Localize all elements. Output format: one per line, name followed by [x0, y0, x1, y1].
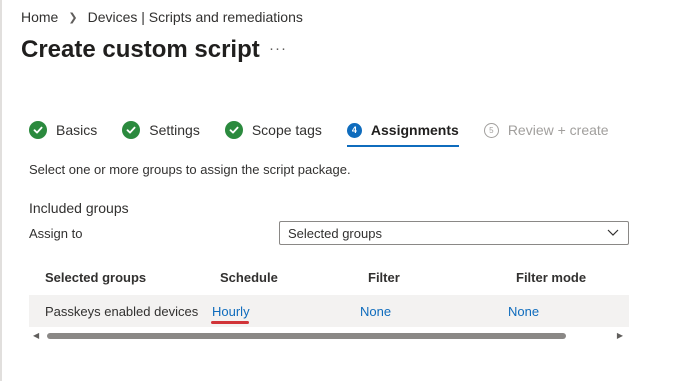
step-review-create[interactable]: 5 Review + create [483, 119, 609, 141]
step-assignments[interactable]: 4 Assignments [346, 119, 459, 147]
step-settings[interactable]: Settings [122, 119, 200, 141]
instruction-text: Select one or more groups to assign the … [29, 162, 351, 177]
step-basics[interactable]: Basics [29, 119, 97, 141]
column-header-selected-groups[interactable]: Selected groups [45, 270, 146, 285]
step-scope-tags[interactable]: Scope tags [224, 119, 322, 141]
scroll-right-arrow-icon[interactable]: ▶ [617, 331, 623, 340]
assign-to-dropdown[interactable]: Selected groups [279, 221, 629, 245]
page-left-border [0, 0, 2, 381]
scrollbar-track[interactable] [45, 333, 613, 339]
more-options-icon[interactable]: ··· [269, 40, 287, 57]
highlight-underline [211, 321, 249, 324]
group-name: Passkeys enabled devices [45, 304, 199, 319]
step-label: Basics [56, 122, 98, 138]
included-groups-heading: Included groups [29, 200, 129, 216]
breadcrumb-scripts-remediations[interactable]: Devices | Scripts and remediations [88, 9, 303, 25]
checkmark-icon [224, 121, 243, 139]
page-title: Create custom script [21, 36, 260, 63]
step-number-icon: 4 [346, 122, 362, 138]
assign-to-value: Selected groups [288, 225, 382, 241]
checkmark-icon [122, 121, 141, 139]
filter-link[interactable]: None [360, 304, 391, 319]
step-label: Assignments [370, 122, 459, 138]
chevron-down-icon [606, 225, 620, 242]
scrollbar-thumb[interactable] [47, 333, 566, 339]
breadcrumb-home[interactable]: Home [21, 9, 58, 25]
chevron-right-icon: ❯ [68, 11, 78, 24]
step-label: Scope tags [251, 122, 322, 138]
column-header-filter[interactable]: Filter [368, 270, 400, 285]
column-header-filter-mode[interactable]: Filter mode [516, 270, 586, 285]
table-header: Selected groups Schedule Filter Filter m… [29, 262, 629, 292]
table-row[interactable]: Passkeys enabled devices Hourly None Non… [29, 295, 629, 327]
schedule-link[interactable]: Hourly [212, 304, 250, 319]
checkmark-icon [29, 121, 47, 139]
column-header-schedule[interactable]: Schedule [220, 270, 278, 285]
wizard-steps: Basics Settings Scope tags 4 Assignments… [29, 119, 634, 147]
horizontal-scrollbar[interactable]: ◀ ▶ [29, 330, 629, 342]
step-label: Review + create [507, 122, 609, 138]
step-number-icon: 5 [483, 122, 499, 138]
filter-mode-link[interactable]: None [508, 304, 539, 319]
step-label: Settings [149, 122, 200, 138]
scroll-left-arrow-icon[interactable]: ◀ [33, 331, 39, 340]
breadcrumb: Home ❯ Devices | Scripts and remediation… [21, 9, 303, 25]
assign-to-label: Assign to [29, 226, 83, 241]
